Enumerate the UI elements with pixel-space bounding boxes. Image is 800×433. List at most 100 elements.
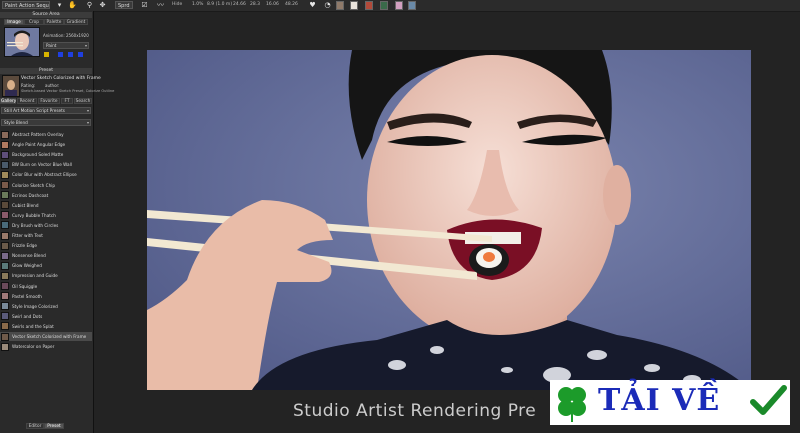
heart-icon[interactable]: ♥: [308, 1, 317, 10]
top-toolbar: Paint Action Sequence ▾ ✋ ⚲ ✥ Sprd ☑ 〰 H…: [0, 0, 800, 12]
list-item[interactable]: Angle Paint Angular Edge: [0, 140, 92, 149]
tab-editor[interactable]: Editor: [26, 423, 44, 429]
watermark-text: TẢI VỀ: [598, 383, 721, 418]
preset-thumb-4[interactable]: [380, 1, 388, 10]
source-dropdown-value: Paint: [46, 43, 57, 48]
preset-label: Oil Squiggle: [12, 283, 38, 289]
list-item[interactable]: Dry Brush with Circles: [0, 221, 92, 230]
chevron-down-icon: ▾: [84, 43, 87, 48]
preset-thumbnail: [1, 241, 9, 250]
list-item[interactable]: Cubist Blend: [0, 201, 92, 210]
list-item[interactable]: Swirls and the Splat: [0, 322, 92, 331]
tab-search[interactable]: Search: [74, 98, 92, 104]
source-dropdown[interactable]: Paint ▾: [43, 42, 89, 49]
preset-thumb-6[interactable]: [408, 1, 416, 10]
preset-label: Color Blur with Abstract Ellipse: [12, 172, 77, 178]
move-icon[interactable]: ✥: [98, 1, 107, 10]
zoom-icon[interactable]: ⚲: [85, 1, 94, 10]
preset-thumb-1[interactable]: [336, 1, 344, 10]
color-swatch-2[interactable]: [58, 52, 63, 57]
arrow-icon[interactable]: ▾: [55, 1, 64, 10]
preset-thumbnail: [1, 140, 9, 149]
source-area-header: Source Area: [0, 12, 92, 18]
preset-label: Curvy Bubble Thatch: [12, 212, 56, 218]
source-thumbnail[interactable]: [4, 27, 40, 57]
preset-thumbnail: [1, 312, 9, 321]
tab-gradient[interactable]: Gradient: [64, 19, 88, 25]
list-item[interactable]: Color Blur with Abstract Ellipse: [0, 170, 92, 179]
list-item[interactable]: Style Image Colorized: [0, 302, 92, 311]
list-item[interactable]: Colorize Sketch Chip: [0, 181, 92, 190]
canvas-caption: Studio Artist Rendering Pre: [293, 401, 537, 421]
list-item[interactable]: Ecrinos Dashcoat: [0, 191, 92, 200]
color-swatch-3[interactable]: [68, 52, 73, 57]
list-item[interactable]: Watercolor on Paper: [0, 342, 92, 351]
preset-thumbnail: [1, 251, 9, 260]
tab-crop[interactable]: Crop: [24, 19, 44, 25]
brush-icon[interactable]: 〰: [156, 1, 165, 10]
checkbox-icon[interactable]: ☑: [140, 1, 149, 10]
list-item[interactable]: Abstract Pattern Overlay: [0, 130, 92, 139]
tab-preset[interactable]: Preset: [44, 423, 64, 429]
tab-favorite[interactable]: Favorite: [38, 98, 60, 104]
tab-ft[interactable]: FT: [61, 98, 73, 104]
tab-gallery[interactable]: Gallery: [0, 98, 16, 104]
subcategory-dropdown-value: Style Blend: [4, 120, 28, 125]
preset-thumbnail: [1, 181, 9, 189]
preset-label: Background Soled Matte: [12, 152, 64, 158]
canvas-image[interactable]: [147, 50, 751, 390]
source-thumbnail-image: [5, 28, 39, 56]
preset-label: Watercolor on Paper: [12, 344, 55, 350]
preset-thumb-5[interactable]: [395, 1, 403, 10]
list-item[interactable]: Impression and Guide: [0, 271, 92, 280]
zoom-value-3: 24.66: [233, 2, 246, 7]
gauge-icon[interactable]: ◔: [323, 1, 332, 10]
preset-label: Abstract Pattern Overlay: [12, 132, 64, 137]
preset-label: Swirls and the Splat: [12, 323, 54, 329]
list-item[interactable]: Background Soled Matte: [0, 150, 92, 159]
list-item[interactable]: Fitter with Text: [0, 231, 92, 240]
preset-label: Impression and Guide: [12, 273, 58, 279]
list-item[interactable]: Oil Squiggle: [0, 282, 92, 291]
preset-thumb-2[interactable]: [350, 1, 358, 10]
tab-palette[interactable]: Palette: [44, 19, 64, 25]
preset-thumbnail: [1, 332, 9, 341]
list-item[interactable]: Nonsense Blend: [0, 251, 92, 260]
preset-label: Glow Weighed: [12, 263, 42, 269]
preset-label: Colorize Sketch Chip: [12, 182, 56, 188]
preset-label: Frizzle Edge: [12, 243, 37, 249]
list-item[interactable]: Curvy Bubble Thatch: [0, 211, 92, 220]
tab-image[interactable]: Image: [4, 19, 24, 25]
chevron-down-icon: ▾: [86, 120, 89, 125]
preset-thumbnail: [1, 282, 9, 290]
hide-label[interactable]: Hide: [172, 2, 182, 7]
subcategory-dropdown[interactable]: Style Blend ▾: [1, 119, 91, 126]
hand-icon[interactable]: ✋: [68, 1, 77, 10]
category-dropdown[interactable]: Still Art Motion Script Presets ▾: [1, 107, 91, 114]
zoom-value-5: 16.06: [266, 2, 279, 7]
color-swatch-1[interactable]: [44, 52, 49, 57]
preset-label: Ecrinos Dashcoat: [12, 192, 49, 198]
list-item[interactable]: Swirl and Dots: [0, 312, 92, 321]
source-info: Animation: 2560x1920: [43, 33, 89, 38]
preset-label: Vector Sketch Colorized with Frame: [12, 334, 87, 339]
list-item[interactable]: Frizzle Edge: [0, 241, 92, 250]
source-select[interactable]: Paint Action Sequence: [2, 1, 50, 9]
preset-preview-image: [3, 76, 19, 96]
preset-label: Dry Brush with Circles: [12, 222, 59, 228]
color-swatch-4[interactable]: [78, 52, 83, 57]
preset-rating-label: Rating:: [21, 83, 36, 88]
view-select[interactable]: Sprd: [115, 1, 133, 9]
preset-thumbnail: [1, 292, 9, 301]
preset-label: Cubist Blend: [12, 202, 39, 208]
list-item[interactable]: Vector Sketch Colorized with Frame: [0, 332, 92, 341]
tab-recent[interactable]: Recent: [17, 98, 37, 104]
list-item[interactable]: Glow Weighed: [0, 261, 92, 270]
preset-thumb-3[interactable]: [365, 1, 373, 10]
list-item[interactable]: Pastel Smooth: [0, 292, 92, 301]
list-item[interactable]: BW Burn on Vector Blue Wall: [0, 160, 92, 169]
chevron-down-icon: ▾: [86, 108, 89, 113]
preset-thumbnail: [1, 170, 9, 179]
preset-label: Style Image Colorized: [12, 303, 58, 309]
preset-label: Nonsense Blend: [12, 253, 46, 259]
